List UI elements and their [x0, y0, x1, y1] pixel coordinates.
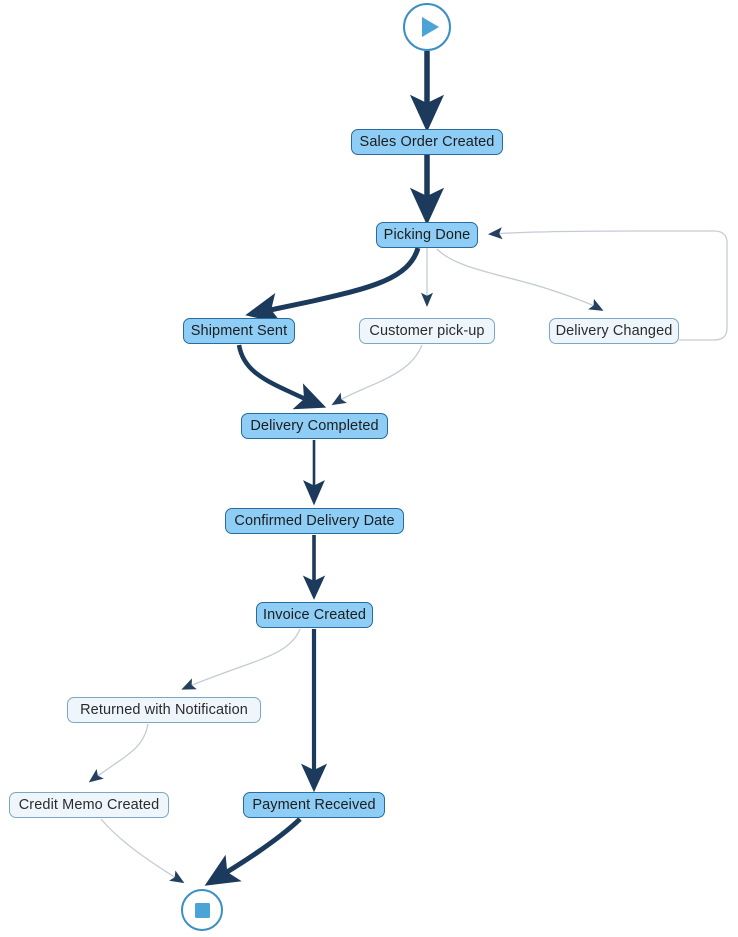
play-icon	[421, 17, 439, 37]
edge-picking-done-to-delivery-changed	[436, 248, 604, 311]
edge-credit-memo-created-to-end	[100, 818, 185, 884]
node-delivery-completed[interactable]: Delivery Completed	[241, 413, 388, 439]
node-credit-memo-created[interactable]: Credit Memo Created	[9, 792, 169, 818]
node-picking-done[interactable]: Picking Done	[376, 222, 478, 248]
node-returned-with-notification[interactable]: Returned with Notification	[67, 697, 261, 723]
edge-payment-received-to-end	[204, 817, 302, 886]
node-label: Payment Received	[252, 796, 376, 813]
process-flow-canvas: Sales Order Created Picking Done Shipmen…	[0, 0, 738, 937]
node-label: Customer pick-up	[369, 322, 485, 339]
node-payment-received[interactable]: Payment Received	[243, 792, 385, 818]
edge-shipment-sent-to-delivery-completed	[236, 344, 327, 410]
node-label: Confirmed Delivery Date	[234, 512, 395, 529]
end-node[interactable]	[181, 889, 223, 931]
start-node[interactable]	[403, 3, 451, 51]
node-label: Invoice Created	[262, 606, 367, 623]
node-label: Returned with Notification	[80, 701, 248, 718]
edge-picking-done-to-shipment-sent	[245, 247, 421, 324]
node-customer-pick-up[interactable]: Customer pick-up	[359, 318, 495, 344]
edge-customer-pick-up-to-delivery-completed	[331, 344, 423, 406]
node-confirmed-delivery-date[interactable]: Confirmed Delivery Date	[225, 508, 404, 534]
edge-invoice-created-to-returned-with-notification	[181, 628, 301, 690]
node-shipment-sent[interactable]: Shipment Sent	[183, 318, 295, 344]
node-label: Delivery Completed	[250, 417, 379, 434]
node-label: Sales Order Created	[359, 133, 495, 150]
node-delivery-changed[interactable]: Delivery Changed	[549, 318, 679, 344]
node-label: Shipment Sent	[190, 322, 288, 339]
node-label: Picking Done	[383, 226, 471, 243]
node-sales-order-created[interactable]: Sales Order Created	[351, 129, 503, 155]
node-label: Credit Memo Created	[18, 796, 160, 813]
node-label: Delivery Changed	[555, 322, 673, 339]
stop-icon	[194, 902, 210, 918]
node-invoice-created[interactable]: Invoice Created	[256, 602, 373, 628]
edge-returned-with-notification-to-credit-memo-created	[88, 723, 149, 783]
